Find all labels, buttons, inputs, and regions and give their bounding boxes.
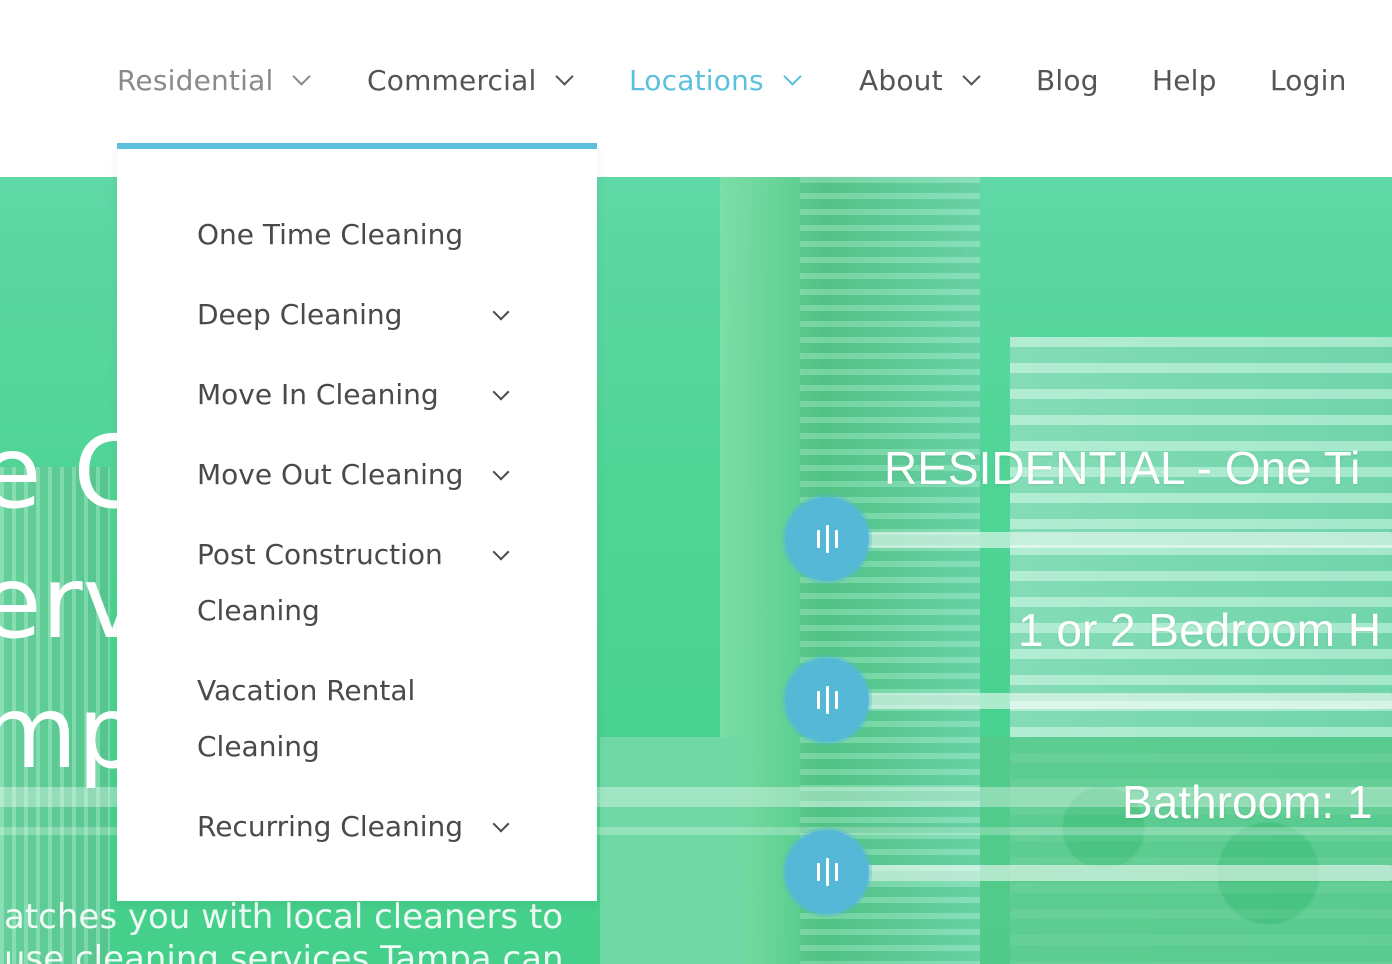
nav-locations-label: Locations — [629, 63, 764, 97]
grip-line — [834, 691, 838, 709]
grip-line — [816, 863, 820, 881]
nav-login-label: Login — [1270, 63, 1347, 97]
nav-blog[interactable]: Blog — [1036, 58, 1099, 102]
nav-login[interactable]: Login — [1270, 58, 1347, 102]
residential-dropdown-menu: One Time Cleaning Deep Cleaning Move In … — [117, 143, 597, 901]
nav-commercial[interactable]: Commercial — [367, 58, 575, 102]
bedroom-label: 1 or 2 Bedroom H — [1018, 604, 1382, 656]
background-building — [600, 737, 740, 964]
grip-line — [825, 525, 829, 553]
bathroom-slider-handle[interactable] — [785, 830, 869, 914]
nav-about[interactable]: About — [859, 58, 981, 102]
grip-line — [816, 530, 820, 548]
nav-help[interactable]: Help — [1152, 58, 1217, 102]
nav-residential[interactable]: Residential — [117, 58, 312, 102]
menu-item-move-out-cleaning[interactable]: Move Out Cleaning — [197, 447, 527, 503]
menu-item-recurring-cleaning[interactable]: Recurring Cleaning — [197, 799, 527, 855]
grip-line — [825, 686, 829, 714]
service-type-slider-track[interactable] — [828, 532, 1392, 548]
nav-help-label: Help — [1152, 63, 1217, 97]
menu-item-post-construction-cleaning[interactable]: Post Construction Cleaning — [197, 527, 487, 639]
grip-line — [825, 858, 829, 886]
chevron-down-icon — [962, 66, 981, 86]
nav-commercial-label: Commercial — [367, 63, 537, 97]
menu-item-vacation-rental-cleaning[interactable]: Vacation Rental Cleaning — [197, 663, 487, 775]
nav-residential-label: Residential — [117, 63, 274, 97]
bathroom-label: Bathroom: 1 — [1122, 776, 1373, 828]
bedroom-slider-handle[interactable] — [785, 658, 869, 742]
nav-about-label: About — [859, 63, 943, 97]
service-type-slider-handle[interactable] — [785, 497, 869, 581]
hero-subtext-line-1: atches you with local cleaners to — [4, 897, 564, 937]
nav-blog-label: Blog — [1036, 63, 1099, 97]
bathroom-slider-track[interactable] — [828, 865, 1392, 881]
chevron-down-icon — [555, 66, 575, 86]
grip-line — [834, 530, 838, 548]
service-type-label: RESIDENTIAL - One Ti — [884, 442, 1361, 494]
menu-item-move-in-cleaning[interactable]: Move In Cleaning — [197, 367, 527, 423]
grip-line — [834, 863, 838, 881]
background-trees — [980, 737, 1392, 964]
chevron-down-icon — [783, 66, 802, 86]
chevron-down-icon[interactable] — [492, 543, 510, 561]
bedroom-slider-track[interactable] — [828, 693, 1392, 709]
menu-item-deep-cleaning[interactable]: Deep Cleaning — [197, 287, 527, 343]
hero-subtext-line-2: use cleaning services Tampa can — [4, 939, 564, 964]
nav-locations[interactable]: Locations — [629, 58, 802, 102]
chevron-down-icon — [292, 66, 312, 86]
menu-item-one-time-cleaning[interactable]: One Time Cleaning — [197, 207, 527, 263]
grip-line — [816, 691, 820, 709]
